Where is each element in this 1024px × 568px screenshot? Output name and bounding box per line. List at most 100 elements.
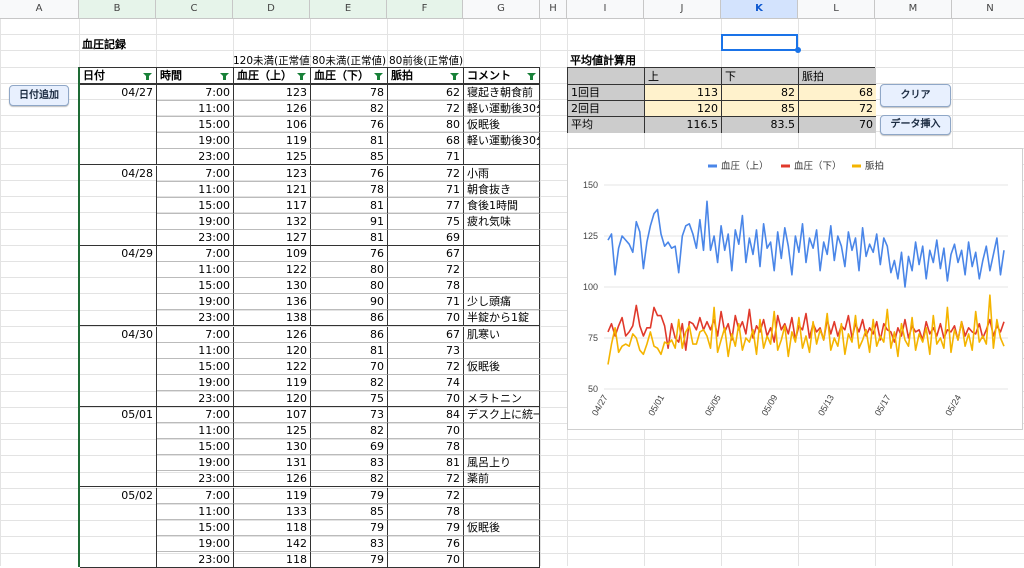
bp-upper-cell[interactable]: 120 — [234, 390, 311, 407]
comment-cell[interactable]: 薬前 — [464, 471, 540, 488]
bp-upper-cell[interactable]: 121 — [234, 181, 311, 198]
pulse-cell[interactable]: 70 — [388, 310, 464, 327]
bp-upper-cell[interactable]: 125 — [234, 423, 311, 440]
filter-icon[interactable] — [527, 73, 536, 80]
comment-cell[interactable] — [464, 374, 540, 391]
date-cell[interactable] — [80, 471, 157, 488]
bp-upper-cell[interactable]: 123 — [234, 85, 311, 102]
comment-cell[interactable]: 風呂上り — [464, 455, 540, 472]
pulse-cell[interactable]: 84 — [388, 407, 464, 424]
time-cell[interactable]: 19:00 — [157, 133, 234, 150]
bp-upper-cell[interactable]: 126 — [234, 101, 311, 118]
avg-value-cell[interactable]: 72 — [799, 101, 876, 117]
insert-data-button[interactable]: データ挿入 — [880, 115, 951, 135]
bp-upper-cell[interactable]: 126 — [234, 471, 311, 488]
bp-lower-cell[interactable]: 75 — [311, 390, 388, 407]
bp-lower-cell[interactable]: 82 — [311, 471, 388, 488]
date-cell[interactable] — [80, 342, 157, 359]
time-cell[interactable]: 23:00 — [157, 229, 234, 246]
fill-handle[interactable] — [795, 47, 801, 53]
time-cell[interactable]: 7:00 — [157, 246, 234, 263]
filter-icon[interactable] — [143, 73, 152, 80]
bp-lower-cell[interactable]: 91 — [311, 213, 388, 230]
date-cell[interactable]: 04/27 — [80, 85, 157, 102]
pulse-cell[interactable]: 71 — [388, 294, 464, 311]
bp-lower-cell[interactable]: 70 — [311, 358, 388, 375]
bp-lower-cell[interactable]: 69 — [311, 439, 388, 456]
bp-upper-cell[interactable]: 117 — [234, 197, 311, 214]
bp-lower-cell[interactable]: 79 — [311, 487, 388, 504]
bp-lower-cell[interactable]: 79 — [311, 519, 388, 536]
bp-lower-cell[interactable]: 81 — [311, 229, 388, 246]
date-cell[interactable] — [80, 358, 157, 375]
date-cell[interactable] — [80, 262, 157, 279]
pulse-cell[interactable]: 72 — [388, 101, 464, 118]
time-cell[interactable]: 19:00 — [157, 294, 234, 311]
bp-upper-cell[interactable]: 136 — [234, 294, 311, 311]
date-cell[interactable] — [80, 229, 157, 246]
pulse-cell[interactable]: 68 — [388, 133, 464, 150]
bp-upper-cell[interactable]: 142 — [234, 535, 311, 552]
bp-lower-cell[interactable]: 86 — [311, 326, 388, 343]
pulse-cell[interactable]: 78 — [388, 278, 464, 295]
bp-upper-cell[interactable]: 138 — [234, 310, 311, 327]
bp-upper-cell[interactable]: 119 — [234, 133, 311, 150]
pulse-cell[interactable]: 77 — [388, 197, 464, 214]
bp-upper-cell[interactable]: 127 — [234, 229, 311, 246]
bp-lower-cell[interactable]: 82 — [311, 423, 388, 440]
bp-upper-cell[interactable]: 118 — [234, 519, 311, 536]
date-cell[interactable] — [80, 101, 157, 118]
date-cell[interactable] — [80, 535, 157, 552]
date-cell[interactable] — [80, 117, 157, 134]
comment-cell[interactable] — [464, 503, 540, 520]
time-cell[interactable]: 11:00 — [157, 342, 234, 359]
bp-upper-cell[interactable]: 106 — [234, 117, 311, 134]
comment-cell[interactable]: 疲れ気味 — [464, 213, 540, 230]
time-cell[interactable]: 19:00 — [157, 455, 234, 472]
comment-cell[interactable]: 寝起き朝食前 — [464, 85, 540, 102]
column-header-c[interactable]: C — [156, 0, 233, 18]
comment-cell[interactable] — [464, 246, 540, 263]
pulse-cell[interactable]: 78 — [388, 439, 464, 456]
time-cell[interactable]: 11:00 — [157, 101, 234, 118]
bp-upper-cell[interactable]: 119 — [234, 487, 311, 504]
column-header-n[interactable]: N — [952, 0, 1024, 18]
time-cell[interactable]: 15:00 — [157, 197, 234, 214]
bp-upper-cell[interactable]: 130 — [234, 278, 311, 295]
pulse-cell[interactable]: 70 — [388, 423, 464, 440]
pulse-cell[interactable]: 71 — [388, 149, 464, 166]
date-cell[interactable]: 04/29 — [80, 246, 157, 263]
pulse-cell[interactable]: 74 — [388, 374, 464, 391]
time-cell[interactable]: 19:00 — [157, 374, 234, 391]
time-cell[interactable]: 11:00 — [157, 181, 234, 198]
bp-lower-cell[interactable]: 81 — [311, 197, 388, 214]
comment-cell[interactable]: 小雨 — [464, 165, 540, 182]
time-cell[interactable]: 7:00 — [157, 407, 234, 424]
bp-upper-cell[interactable]: 109 — [234, 246, 311, 263]
date-cell[interactable] — [80, 213, 157, 230]
date-cell[interactable] — [80, 294, 157, 311]
avg-value-cell[interactable]: 116.5 — [645, 117, 722, 133]
bp-upper-cell[interactable]: 131 — [234, 455, 311, 472]
bp-upper-cell[interactable]: 120 — [234, 342, 311, 359]
bp-upper-cell[interactable]: 133 — [234, 503, 311, 520]
bp-lower-cell[interactable]: 73 — [311, 407, 388, 424]
date-cell[interactable]: 04/30 — [80, 326, 157, 343]
date-cell[interactable] — [80, 503, 157, 520]
bp-upper-cell[interactable]: 123 — [234, 165, 311, 182]
bp-lower-cell[interactable]: 80 — [311, 262, 388, 279]
column-header-a[interactable]: A — [0, 0, 79, 18]
date-cell[interactable] — [80, 455, 157, 472]
comment-cell[interactable] — [464, 439, 540, 456]
add-date-button[interactable]: 日付追加 — [9, 85, 69, 106]
date-cell[interactable] — [80, 519, 157, 536]
comment-cell[interactable]: デスク上に統一 — [464, 407, 540, 424]
filter-icon[interactable] — [374, 73, 383, 80]
time-cell[interactable]: 23:00 — [157, 471, 234, 488]
date-cell[interactable] — [80, 149, 157, 166]
column-header-f[interactable]: F — [387, 0, 463, 18]
comment-cell[interactable]: 軽い運動後30分 — [464, 101, 540, 118]
bp-lower-cell[interactable]: 86 — [311, 310, 388, 327]
bp-lower-cell[interactable]: 82 — [311, 374, 388, 391]
pulse-cell[interactable]: 72 — [388, 262, 464, 279]
